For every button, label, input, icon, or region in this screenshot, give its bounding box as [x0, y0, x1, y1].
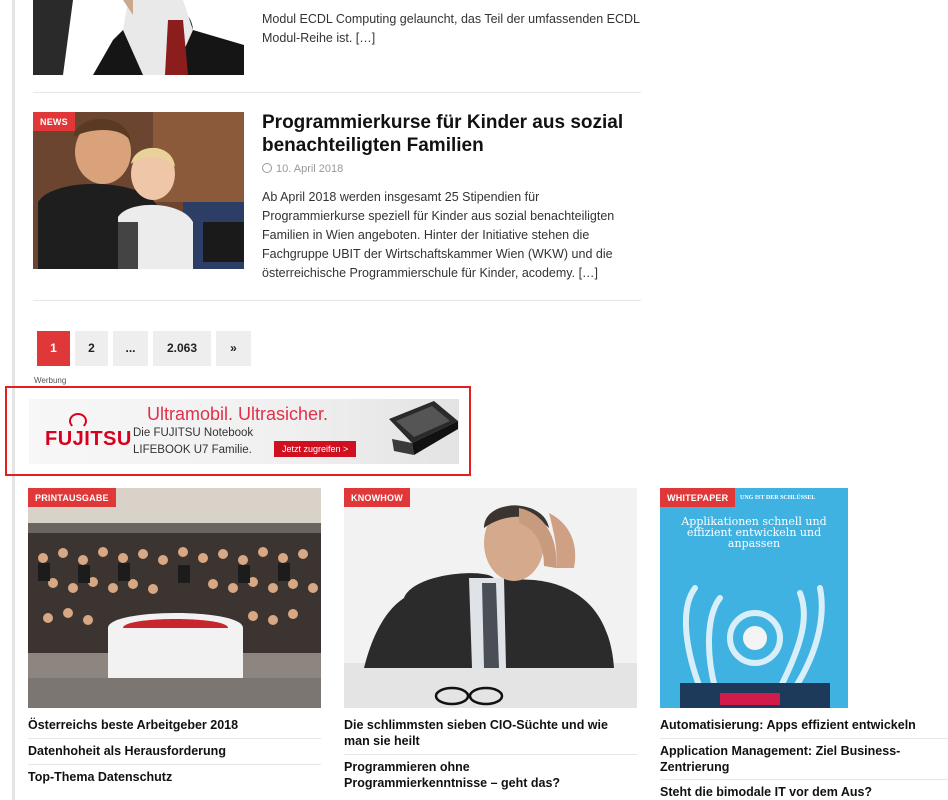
category-tag-whitepaper[interactable]: WHITEPAPER: [660, 488, 736, 507]
ad-label: Werbung: [34, 376, 67, 385]
clock-icon: [262, 163, 272, 173]
card-link[interactable]: Steht die bimodale IT vor dem Aus?: [660, 784, 948, 800]
fujitsu-logo-icon: [69, 413, 87, 429]
card-link[interactable]: Top-Thema Datenschutz: [28, 769, 318, 785]
pagination-next[interactable]: »: [216, 331, 251, 366]
pagination-page-1[interactable]: 1: [37, 331, 70, 366]
ad-headline: Ultramobil. Ultrasicher.: [147, 404, 329, 424]
divider: [344, 754, 637, 755]
card-link[interactable]: Programmieren ohne Programmierkenntnisse…: [344, 759, 594, 791]
card-link[interactable]: Application Management: Ziel Business-Ze…: [660, 743, 930, 775]
category-tag-printausgabe[interactable]: PRINTAUSGABE: [28, 488, 116, 507]
laptop-image: [389, 401, 458, 455]
divider: [28, 764, 321, 765]
whitepaper-cover-kicker: UNG IST DER SCHLÜSSEL: [740, 495, 816, 501]
fujitsu-logo: FUJITSU: [45, 428, 132, 450]
card-link[interactable]: Datenhoheit als Herausforderung: [28, 743, 318, 759]
article-image[interactable]: NEWS: [33, 112, 244, 269]
ad-cta-button[interactable]: Jetzt zugreifen >: [274, 441, 357, 457]
article-date: 10. April 2018: [262, 163, 343, 175]
card-link[interactable]: Die schlimmsten sieben CIO-Süchte und wi…: [344, 717, 634, 749]
pagination-page-2[interactable]: 2: [75, 331, 108, 366]
pagination-ellipsis: ...: [113, 331, 148, 366]
top-article-image[interactable]: [33, 0, 244, 75]
card-link[interactable]: Automatisierung: Apps effizient entwicke…: [660, 717, 948, 733]
divider: [28, 738, 321, 739]
category-tag-news[interactable]: NEWS: [33, 112, 75, 131]
ad-line-2: LIFEBOOK U7 Familie.: [133, 444, 252, 456]
divider: [660, 738, 948, 739]
card-link[interactable]: Österreichs beste Arbeitgeber 2018: [28, 717, 318, 733]
card-image-whitepaper[interactable]: WHITEPAPER UNG IST DER SCHLÜSSEL Applika…: [660, 488, 848, 708]
fujitsu-ad-banner[interactable]: FUJITSU Ultramobil. Ultrasicher. Die FUJ…: [29, 399, 459, 464]
article-title[interactable]: Programmierkurse für Kinder aus sozial b…: [262, 111, 652, 157]
pagination-page-last[interactable]: 2.063: [153, 331, 211, 366]
ad-line-1: Die FUJITSU Notebook: [133, 427, 254, 439]
top-article-excerpt: Modul ECDL Computing gelauncht, das Teil…: [262, 12, 640, 45]
card-image-knowhow[interactable]: KNOWHOW: [344, 488, 637, 708]
whitepaper-cover-title: Applikationen schnell und effizient entw…: [681, 515, 827, 550]
divider: [33, 300, 641, 301]
category-tag-knowhow[interactable]: KNOWHOW: [344, 488, 410, 507]
card-image-printausgabe[interactable]: PRINTAUSGABE: [28, 488, 321, 708]
divider: [660, 779, 948, 780]
article-excerpt: Ab April 2018 werden insgesamt 25 Stipen…: [262, 190, 615, 280]
article-date-text: 10. April 2018: [276, 163, 344, 175]
divider: [33, 92, 641, 93]
